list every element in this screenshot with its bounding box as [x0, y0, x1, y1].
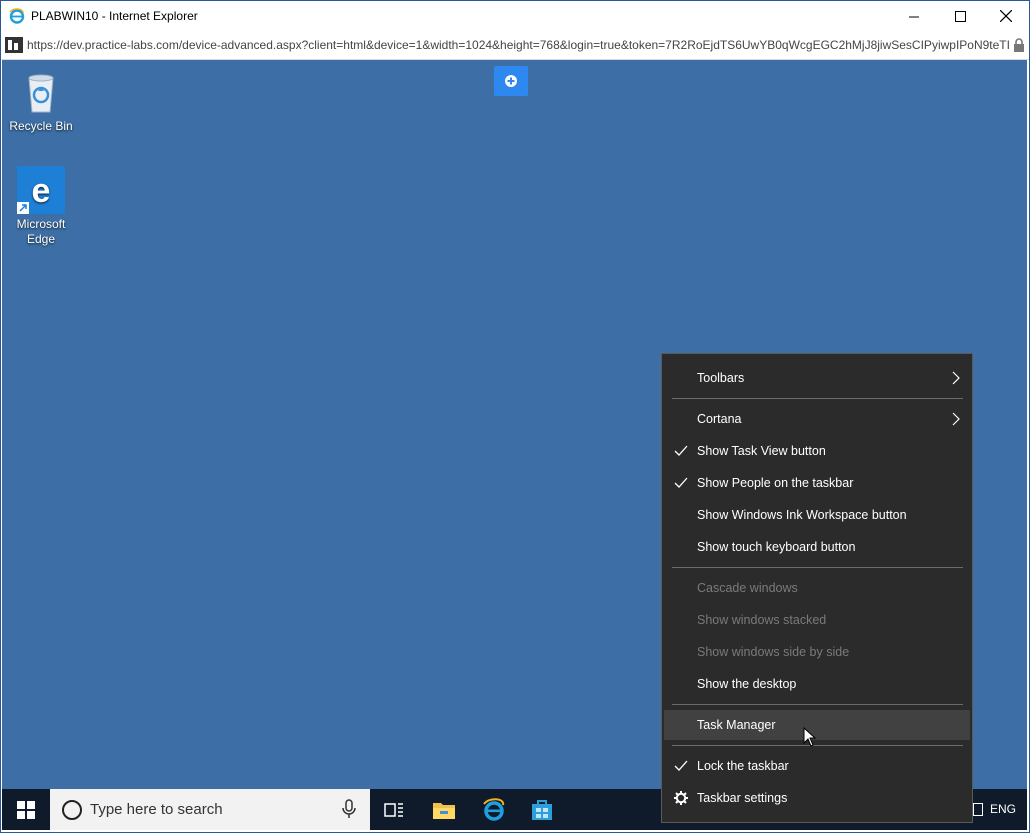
menu-separator	[672, 567, 963, 568]
microsoft-edge-label: Microsoft Edge	[16, 217, 66, 246]
remote-toolbar-button[interactable]	[494, 66, 528, 96]
mouse-cursor-icon	[803, 727, 817, 747]
minimize-button[interactable]	[891, 1, 937, 31]
maximize-button[interactable]	[937, 1, 983, 31]
desktop-icon-microsoft-edge[interactable]: e Microsoft Edge	[2, 166, 80, 247]
recycle-bin-icon	[28, 74, 54, 113]
menu-item-show-windows-side-by-side: Show windows side by side	[664, 637, 970, 667]
checkmark-icon	[674, 760, 688, 771]
start-button[interactable]	[2, 789, 50, 830]
menu-item-cortana[interactable]: Cortana	[664, 404, 970, 434]
cortana-icon	[62, 800, 82, 820]
store-icon	[532, 799, 552, 820]
menu-item-label: Lock the taskbar	[697, 759, 789, 773]
menu-item-label: Show touch keyboard button	[697, 540, 856, 554]
svg-text:e: e	[32, 172, 51, 210]
input-language-indicator[interactable]: ENG	[990, 802, 1016, 816]
menu-item-show-ink-workspace[interactable]: Show Windows Ink Workspace button	[664, 500, 970, 530]
menu-item-label: Taskbar settings	[697, 791, 788, 805]
windows-logo-icon	[17, 800, 35, 819]
menu-item-task-manager[interactable]: Task Manager	[664, 710, 970, 740]
menu-item-show-windows-stacked: Show windows stacked	[664, 605, 970, 635]
microphone-icon[interactable]	[342, 799, 356, 819]
chevron-right-icon	[952, 412, 960, 426]
menu-item-label: Show Windows Ink Workspace button	[697, 508, 907, 522]
recycle-bin-label: Recycle Bin	[9, 119, 73, 133]
menu-item-label: Show the desktop	[697, 677, 797, 691]
checkmark-icon	[674, 477, 688, 488]
site-favicon-icon	[5, 37, 23, 53]
search-box[interactable]: Type here to search	[50, 789, 370, 830]
notification-icon[interactable]	[973, 803, 983, 816]
internet-explorer-icon	[9, 8, 25, 24]
menu-separator	[672, 745, 963, 746]
menu-item-label: Cascade windows	[697, 581, 798, 595]
menu-item-label: Toolbars	[697, 371, 745, 385]
internet-explorer-icon	[483, 797, 505, 821]
internet-explorer-button[interactable]	[470, 789, 518, 830]
taskbar-context-menu: Toolbars Cortana Show Task View button S…	[661, 353, 973, 823]
address-bar[interactable]: https://dev.practice-labs.com/device-adv…	[1, 31, 1029, 60]
lock-icon[interactable]	[1013, 38, 1025, 52]
gear-icon	[674, 791, 688, 805]
window-title: PLABWIN10 - Internet Explorer	[31, 9, 198, 23]
maximize-icon	[954, 10, 966, 22]
menu-item-label: Show People on the taskbar	[697, 476, 854, 490]
menu-item-label: Task Manager	[697, 718, 776, 732]
close-icon	[1000, 10, 1012, 22]
menu-item-taskbar-settings[interactable]: Taskbar settings	[664, 783, 970, 813]
plus-circle-icon	[505, 75, 517, 87]
menu-separator	[672, 704, 963, 705]
store-button[interactable]	[518, 789, 566, 830]
url-field[interactable]: https://dev.practice-labs.com/device-adv…	[27, 38, 1009, 52]
file-explorer-button[interactable]	[420, 789, 468, 830]
close-button[interactable]	[983, 1, 1029, 31]
menu-item-label: Show Task View button	[697, 444, 826, 458]
menu-item-label: Show windows stacked	[697, 613, 827, 627]
menu-item-show-the-desktop[interactable]: Show the desktop	[664, 669, 970, 699]
menu-item-label: Show windows side by side	[697, 645, 850, 659]
minimize-icon	[908, 16, 919, 17]
edge-icon: e	[17, 166, 65, 214]
menu-item-label: Cortana	[697, 412, 742, 426]
menu-item-show-people[interactable]: Show People on the taskbar	[664, 468, 970, 498]
menu-item-toolbars[interactable]: Toolbars	[664, 363, 970, 393]
menu-item-lock-the-taskbar[interactable]: Lock the taskbar	[664, 751, 970, 781]
menu-separator	[672, 398, 963, 399]
menu-item-show-touch-keyboard[interactable]: Show touch keyboard button	[664, 532, 970, 562]
title-bar[interactable]: PLABWIN10 - Internet Explorer	[1, 1, 1029, 31]
task-view-icon	[384, 802, 403, 817]
search-placeholder: Type here to search	[90, 801, 223, 818]
desktop-icon-recycle-bin[interactable]: Recycle Bin	[2, 68, 80, 134]
task-view-button[interactable]	[370, 789, 418, 830]
file-explorer-icon	[433, 802, 455, 819]
checkmark-icon	[674, 445, 688, 456]
menu-item-cascade-windows: Cascade windows	[664, 573, 970, 603]
chevron-right-icon	[952, 371, 960, 385]
menu-item-show-task-view-button[interactable]: Show Task View button	[664, 436, 970, 466]
